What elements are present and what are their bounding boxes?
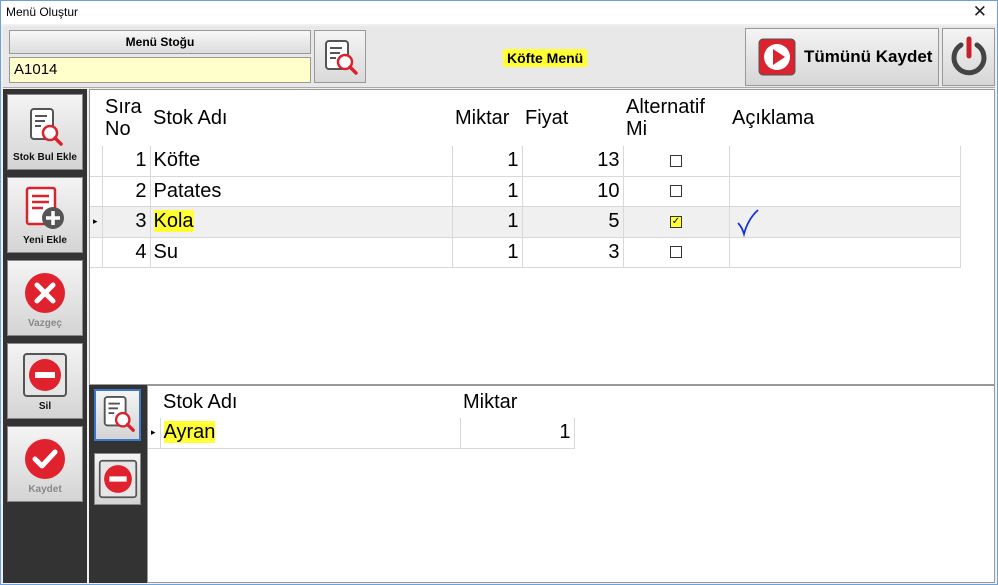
cell-qty[interactable]: 1 [452,237,523,268]
row-indicator[interactable] [90,146,103,177]
cell-desc[interactable] [729,206,961,238]
close-icon[interactable]: ✕ [973,2,987,22]
search-document-icon [325,39,358,75]
sub-col-header-name[interactable]: Stok Adı [160,386,460,418]
cell-name[interactable]: Ayran [160,418,461,449]
alt-checkbox-checked[interactable]: ✓ [670,215,682,228]
cell-name-text: Kola [153,210,194,232]
cell-qty[interactable]: 1 [460,418,575,449]
cell-no[interactable]: 2 [102,176,151,207]
alternatives-sidebar [89,385,147,583]
power-button[interactable] [942,28,995,86]
table-row-selected[interactable]: ▸ 3 Kola 1 5 ✓ [90,206,961,238]
alt-checkbox[interactable] [670,185,682,198]
cell-name-text: Ayran [163,421,216,444]
sub-col-header-qty[interactable]: Miktar [460,386,574,418]
cell-qty[interactable]: 1 [452,146,523,177]
cell-desc[interactable] [729,146,961,177]
delete-minus-icon [23,353,67,397]
new-add-label: Yeni Ekle [23,235,67,246]
row-indicator[interactable] [90,237,103,268]
add-document-icon [25,186,64,229]
sub-header-row: Stok Adı Miktar [148,386,574,418]
new-add-button[interactable]: Yeni Ekle [7,177,83,253]
menu-items-table: Sıra No Stok Adı Miktar Fiyat Alternatif… [90,90,961,268]
col-header-price[interactable]: Fiyat [522,90,623,146]
cell-alt[interactable] [623,176,730,207]
stock-search-button[interactable] [314,30,366,83]
menu-stock-label: Menü Stoğu [9,30,311,54]
cancel-button[interactable]: Vazgeç [7,260,83,336]
cell-name[interactable]: Kola [150,206,453,238]
window-title: Menü Oluştur [6,5,79,19]
find-add-stock-label: Stok Bul Ekle [13,152,77,163]
row-indicator[interactable] [90,176,103,207]
table-row[interactable]: 4 Su 1 3 [90,237,961,268]
col-header-no[interactable]: Sıra No [102,90,150,146]
cell-name[interactable]: Köfte [150,146,453,177]
cell-no[interactable]: 3 [102,206,151,238]
col-header-qty[interactable]: Miktar [452,90,522,146]
alt-checkbox[interactable] [670,154,682,167]
top-bar: Menü Stoğu A1014 Köfte Menü Tümünü Kayde… [3,26,995,88]
annotation-checkmark-icon [736,208,759,237]
cell-price[interactable]: 10 [522,176,624,207]
window-body: Menü Stoğu A1014 Köfte Menü Tümünü Kayde… [0,24,998,585]
cell-alt[interactable]: ✓ [623,206,730,238]
cell-alt[interactable] [623,237,730,268]
play-icon [758,38,796,76]
cell-qty[interactable]: 1 [452,206,523,238]
cancel-label: Vazgeç [28,318,62,329]
menu-items-grid: Sıra No Stok Adı Miktar Fiyat Alternatif… [89,89,995,385]
title-bar: Menü Oluştur ✕ [0,0,998,24]
save-all-button[interactable]: Tümünü Kaydet [745,28,939,86]
save-label: Kaydet [28,484,62,495]
cell-qty[interactable]: 1 [452,176,523,207]
alternatives-table: Stok Adı Miktar ▸ Ayran 1 [148,386,575,449]
search-document-icon [30,108,63,146]
alt-find-button[interactable] [94,389,141,441]
alt-delete-button[interactable] [94,453,141,505]
table-row[interactable]: 1 Köfte 1 13 [90,146,961,177]
menu-stock-input[interactable]: A1014 [9,57,311,83]
save-all-label: Tümünü Kaydet [804,47,933,66]
delete-label: Sil [38,401,52,412]
find-add-stock-button[interactable]: Stok Bul Ekle [7,94,83,170]
sidebar: Stok Bul Ekle Yeni Ekle Vazgeç Sil Kayde… [3,89,87,583]
checkmark-icon [25,439,65,479]
cell-no[interactable]: 1 [102,146,151,177]
cell-name[interactable]: Patates [150,176,453,207]
cancel-x-icon [25,273,65,313]
row-indicator-header [148,386,160,418]
col-header-alt[interactable]: Alternatif Mi [623,90,729,146]
power-icon [951,36,986,76]
row-pointer-icon[interactable]: ▸ [148,418,161,449]
cell-price[interactable]: 5 [522,206,624,238]
menu-name-title: Köfte Menü [503,49,588,67]
row-indicator-header [90,90,102,146]
table-row[interactable]: 2 Patates 1 10 [90,176,961,207]
alt-checkbox[interactable] [670,246,682,259]
cell-desc[interactable] [729,176,961,207]
cell-price[interactable]: 13 [522,146,624,177]
col-header-desc[interactable]: Açıklama [729,90,960,146]
col-header-name[interactable]: Stok Adı [150,90,452,146]
cell-name[interactable]: Su [150,237,453,268]
alternatives-grid: Stok Adı Miktar ▸ Ayran 1 [147,385,995,583]
row-pointer-icon[interactable]: ▸ [90,206,103,238]
delete-minus-icon [98,459,137,499]
cell-alt[interactable] [623,146,730,177]
delete-button[interactable]: Sil [7,343,83,419]
cell-desc[interactable] [729,237,961,268]
save-button[interactable]: Kaydet [7,426,83,502]
table-row[interactable]: ▸ Ayran 1 [148,418,575,449]
cell-price[interactable]: 3 [522,237,624,268]
cell-no[interactable]: 4 [102,237,151,268]
search-document-icon [103,396,135,432]
table-header-row: Sıra No Stok Adı Miktar Fiyat Alternatif… [90,90,960,146]
